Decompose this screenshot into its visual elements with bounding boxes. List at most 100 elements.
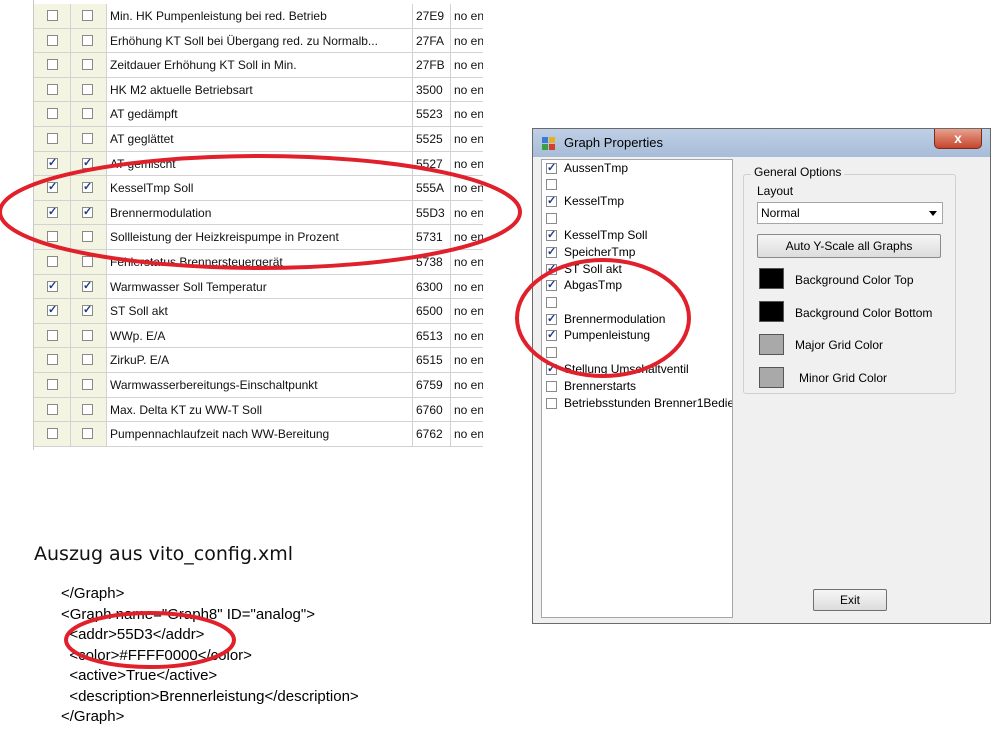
graph-checkbox[interactable]	[546, 347, 557, 358]
graph-checkbox[interactable]: ✓	[546, 364, 557, 375]
graph-checkbox[interactable]	[546, 213, 557, 224]
graph-checkbox[interactable]: ✓	[546, 196, 557, 207]
table-row[interactable]: ✓ ✓ Brennermodulation55D3no entry	[34, 200, 483, 226]
row-select-checkbox[interactable]: ✓	[47, 206, 58, 218]
row-value: no entry	[454, 181, 483, 196]
row-graph-cell: ✓	[71, 151, 107, 176]
row-graph-checkbox[interactable]	[82, 403, 93, 415]
auto-y-scale-button[interactable]: Auto Y-Scale all Graphs	[757, 234, 941, 258]
graph-checkbox[interactable]: ✓	[546, 230, 557, 241]
row-graph-checkbox[interactable]: ✓	[82, 280, 93, 292]
row-select-checkbox[interactable]: ✓	[47, 182, 58, 194]
row-select-checkbox[interactable]	[47, 256, 58, 267]
row-graph-checkbox[interactable]	[82, 231, 93, 243]
layout-select-value: Normal	[761, 206, 800, 220]
row-select-checkbox[interactable]	[47, 403, 58, 415]
graph-checkbox[interactable]: ✓	[546, 330, 557, 341]
row-graph-checkbox[interactable]	[82, 34, 93, 46]
graph-checkbox[interactable]: ✓	[546, 280, 557, 291]
row-select-checkbox[interactable]	[47, 83, 58, 95]
table-row[interactable]: Fehlerstatus Brennersteuergerät 5738 no en…	[34, 250, 483, 275]
table-row[interactable]: WWp. E/A6513no entry	[34, 323, 483, 349]
graph-list-label: AbgasTmp	[564, 278, 623, 292]
row-select-cell	[34, 28, 71, 53]
xml-line: <Graph name="Graph8" ID="analog">	[61, 605, 315, 623]
row-select-checkbox[interactable]	[47, 379, 58, 390]
close-button[interactable]: x	[934, 129, 982, 149]
row-select-checkbox[interactable]	[47, 329, 58, 341]
graph-checkbox[interactable]	[546, 398, 557, 409]
table-row[interactable]: Erhöhung KT Soll bei Übergang red. zu No…	[34, 28, 483, 54]
row-select-cell	[34, 127, 71, 151]
color-swatch-button[interactable]	[759, 367, 784, 388]
graph-properties-dialog: Graph Properties x ✓ AussenTmp ✓ KesselTmp ✓…	[532, 128, 991, 624]
row-graph-checkbox[interactable]	[82, 329, 93, 341]
row-select-checkbox[interactable]	[47, 231, 58, 243]
row-graph-cell	[71, 397, 107, 422]
table-row[interactable]: ✓ ✓ Warmwasser Soll Temperatur6300no entry	[34, 274, 483, 300]
row-select-checkbox[interactable]	[47, 354, 58, 366]
row-name: Warmwasserbereitungs-Einschaltpunkt	[107, 373, 413, 397]
row-select-checkbox[interactable]: ✓	[47, 157, 58, 169]
color-swatch-button[interactable]	[759, 301, 784, 322]
row-graph-checkbox[interactable]	[82, 256, 93, 267]
table-row[interactable]: ✓ ✓ KesselTmp Soll555Ano entry	[34, 176, 483, 201]
graph-checkbox[interactable]: ✓	[546, 247, 557, 258]
xml-line: <active>True</active>	[61, 667, 218, 684]
row-value: no entry	[454, 107, 483, 122]
table-row[interactable]: Pumpennachlaufzeit nach WW-Bereitung 6762…	[34, 422, 483, 447]
graph-checkbox[interactable]	[546, 297, 557, 308]
row-address: 6513	[413, 323, 451, 348]
table-row[interactable]: ✓ ✓ AT gemischt5527no entry	[34, 151, 483, 177]
row-select-checkbox[interactable]	[47, 428, 58, 440]
row-select-checkbox[interactable]	[47, 59, 58, 71]
graph-checklist[interactable]: ✓ AussenTmp ✓ KesselTmp ✓ KesselTmp Soll ✓ Spei…	[541, 159, 733, 618]
graph-checkbox[interactable]: ✓	[546, 264, 557, 275]
row-graph-checkbox[interactable]	[82, 428, 93, 440]
row-select-checkbox[interactable]	[47, 133, 58, 144]
row-graph-checkbox[interactable]	[82, 59, 93, 71]
color-swatch-button[interactable]	[759, 334, 784, 355]
row-graph-checkbox[interactable]: ✓	[82, 182, 93, 194]
row-graph-checkbox[interactable]: ✓	[82, 206, 93, 218]
row-address: 3500	[413, 77, 451, 102]
row-graph-cell	[71, 127, 107, 151]
color-swatch-button[interactable]	[759, 268, 784, 289]
row-value: no entry	[454, 33, 483, 48]
table-row[interactable]: Warmwasserbereitungs-Einschaltpunkt 6759 n…	[34, 373, 483, 398]
table-row[interactable]: Max. Delta KT zu WW-T Soll6760no entry	[34, 397, 483, 423]
row-select-checkbox[interactable]	[47, 34, 58, 46]
layout-select[interactable]: Normal	[757, 202, 943, 224]
row-select-cell	[34, 397, 71, 422]
table-row[interactable]: ZirkuP. E/A6515no entry	[34, 348, 483, 373]
row-graph-checkbox[interactable]	[82, 354, 93, 366]
graph-list-label: AussenTmp	[564, 161, 629, 175]
dialog-titlebar[interactable]: Graph Properties x	[533, 129, 990, 157]
row-graph-checkbox[interactable]	[82, 133, 93, 144]
table-row[interactable]: HK M2 aktuelle Betriebsart3500no entry	[34, 77, 483, 103]
graph-checkbox[interactable]	[546, 179, 557, 190]
row-graph-checkbox[interactable]: ✓	[82, 157, 93, 169]
row-select-checkbox[interactable]	[47, 10, 58, 21]
row-select-checkbox[interactable]	[47, 108, 58, 120]
row-graph-checkbox[interactable]	[82, 379, 93, 390]
row-value: no entry	[454, 427, 483, 442]
row-address: 5527	[413, 151, 451, 176]
table-row[interactable]: Min. HK Pumpenleistung bei red. Betrieb 2…	[34, 4, 483, 29]
row-graph-checkbox[interactable]	[82, 83, 93, 95]
row-graph-checkbox[interactable]	[82, 10, 93, 21]
row-value: no entry	[454, 353, 483, 368]
exit-button[interactable]: Exit	[813, 589, 887, 611]
graph-checkbox[interactable]: ✓	[546, 163, 557, 174]
row-select-checkbox[interactable]: ✓	[47, 305, 58, 317]
table-row[interactable]: AT gedämpft5523no entry	[34, 102, 483, 127]
table-row[interactable]: ✓ ✓ ST Soll akt6500no entry	[34, 299, 483, 324]
row-graph-checkbox[interactable]	[82, 108, 93, 120]
table-row[interactable]: AT geglättet5525no entry	[34, 127, 483, 152]
table-row[interactable]: Sollleistung der Heizkreispumpe in Proze…	[34, 225, 483, 250]
graph-checkbox[interactable]	[546, 381, 557, 392]
row-select-checkbox[interactable]: ✓	[47, 280, 58, 292]
table-row[interactable]: Zeitdauer Erhöhung KT Soll in Min. 27FB no…	[34, 53, 483, 78]
graph-checkbox[interactable]: ✓	[546, 314, 557, 325]
row-graph-checkbox[interactable]: ✓	[82, 305, 93, 317]
